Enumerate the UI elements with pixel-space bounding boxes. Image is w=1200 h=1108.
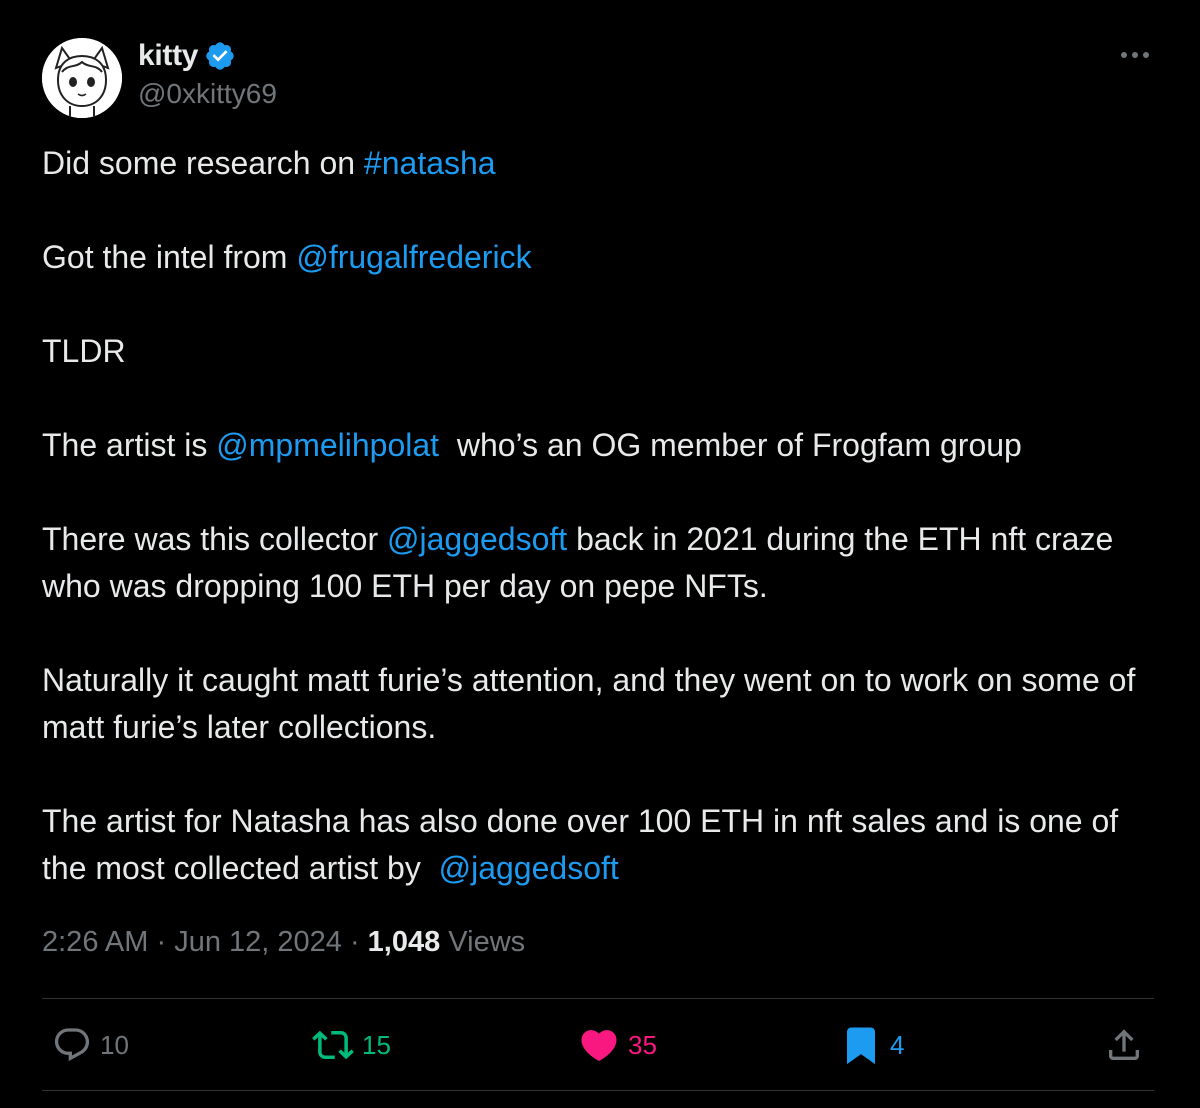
tweet-paragraph: The artist is @mpmelihpolat who’s an OG … xyxy=(42,422,1162,469)
share-icon xyxy=(1109,1029,1139,1060)
divider xyxy=(42,998,1154,999)
tweet: kitty @0xkitty69 Did some research on #n… xyxy=(0,0,1200,1108)
tweet-paragraph: TLDR xyxy=(42,328,1162,375)
tweet-paragraph: Got the intel from @frugalfrederick xyxy=(42,234,1162,281)
tweet-text: Did some research on #natasha Got the int… xyxy=(42,140,1162,892)
meta-separator: · xyxy=(148,926,175,958)
bookmark-count: 4 xyxy=(890,1029,905,1060)
tweet-text-segment: who’s an OG member of Frogfam group xyxy=(439,427,1022,463)
avatar-image xyxy=(42,38,122,118)
divider xyxy=(42,1090,1154,1091)
meta-separator: · xyxy=(341,926,368,958)
tweet-text-segment: TLDR xyxy=(42,333,126,369)
tweet-date[interactable]: Jun 12, 2024 xyxy=(174,926,342,958)
tweet-meta: 2:26 AM · Jun 12, 2024 · 1,048 Views xyxy=(42,926,525,959)
hashtag-link[interactable]: #natasha xyxy=(364,145,496,181)
action-bar: 10 15 35 4 xyxy=(0,1000,1200,1090)
mention-link[interactable]: @frugalfrederick xyxy=(296,239,531,275)
author-handle[interactable]: @0xkitty69 xyxy=(138,78,277,110)
retweet-count: 15 xyxy=(362,1029,391,1060)
tweet-paragraph: The artist for Natasha has also done ove… xyxy=(42,798,1162,892)
mention-link[interactable]: @jaggedsoft xyxy=(387,521,567,557)
mention-link[interactable]: @mpmelihpolat xyxy=(216,427,439,463)
author-display-name[interactable]: kitty xyxy=(138,39,198,73)
tweet-text-segment: The artist is xyxy=(42,427,217,463)
views-label[interactable]: Views xyxy=(440,926,525,958)
reply-icon xyxy=(54,1028,90,1062)
more-options-button[interactable] xyxy=(1110,40,1160,70)
retweet-icon xyxy=(312,1030,354,1060)
verified-badge-icon[interactable] xyxy=(204,40,236,72)
tweet-text-segment: Did some research on xyxy=(42,145,364,181)
reply-count: 10 xyxy=(100,1029,129,1060)
author-name-row: kitty xyxy=(138,38,236,74)
views-count[interactable]: 1,048 xyxy=(368,926,441,958)
more-horizontal-icon xyxy=(1121,52,1149,58)
mention-link[interactable]: @jaggedsoft xyxy=(439,850,619,886)
tweet-paragraph: There was this collector @jaggedsoft bac… xyxy=(42,516,1162,610)
heart-icon xyxy=(581,1030,617,1062)
bookmark-icon xyxy=(847,1027,875,1065)
tweet-text-segment: There was this collector xyxy=(42,521,388,557)
share-button[interactable] xyxy=(1104,1000,1144,1090)
reply-button[interactable]: 10 xyxy=(52,1000,129,1090)
like-count: 35 xyxy=(628,1029,657,1060)
bookmark-button[interactable]: 4 xyxy=(840,1000,904,1090)
avatar[interactable] xyxy=(42,38,122,118)
tweet-paragraph: Did some research on #natasha xyxy=(42,140,1162,187)
tweet-time[interactable]: 2:26 AM xyxy=(42,926,148,958)
tweet-text-segment: Naturally it caught matt furie’s attenti… xyxy=(42,662,1145,745)
retweet-button[interactable]: 15 xyxy=(312,1000,391,1090)
tweet-paragraph: Naturally it caught matt furie’s attenti… xyxy=(42,657,1162,751)
tweet-text-segment: Got the intel from xyxy=(42,239,297,275)
like-button[interactable]: 35 xyxy=(578,1000,657,1090)
